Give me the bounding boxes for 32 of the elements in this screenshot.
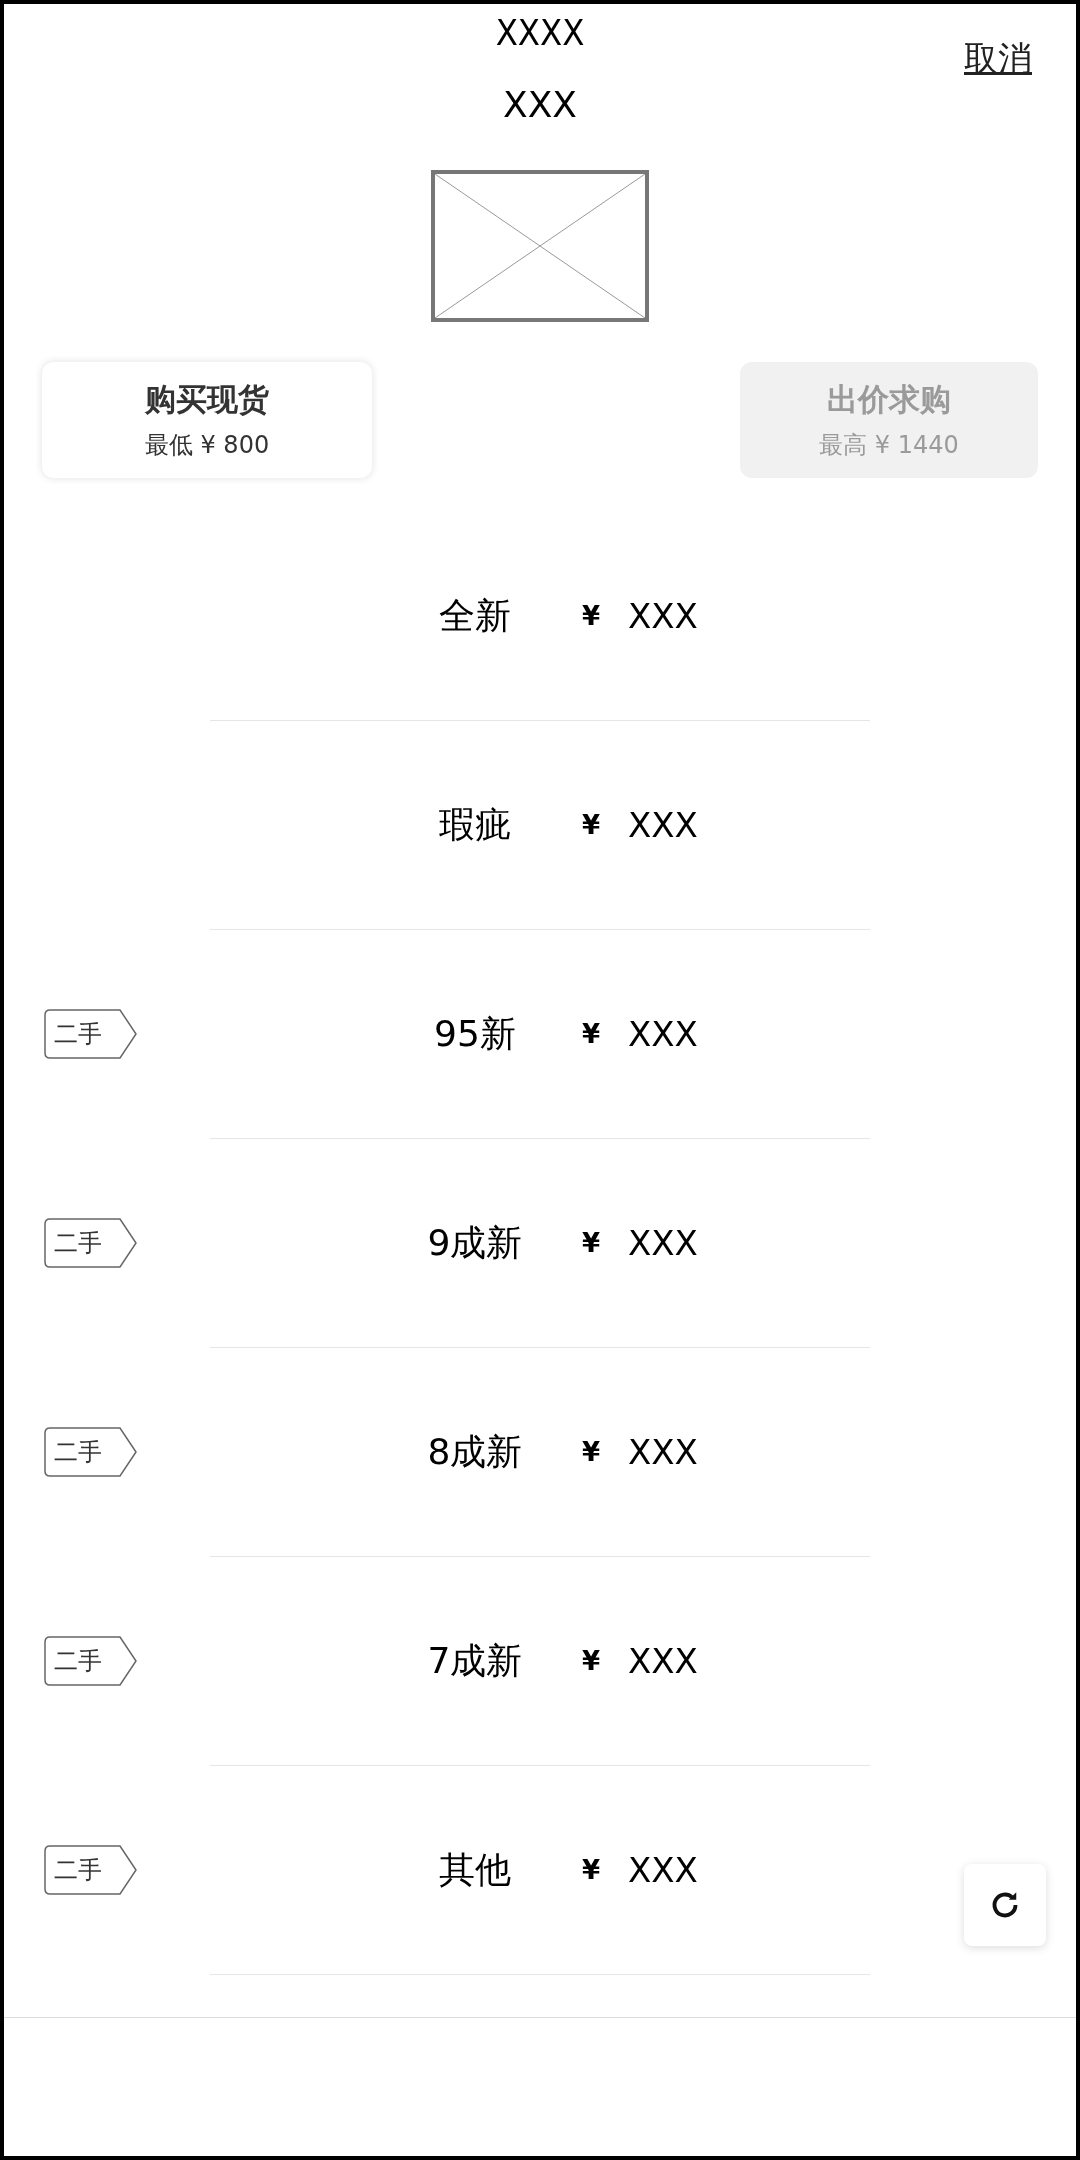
price-value: XXX [628,805,698,845]
used-tag: 二手 [44,1636,138,1686]
currency-symbol: ¥ [582,1228,601,1258]
cancel-link[interactable]: 取消 [964,36,1032,82]
condition-name: 其他 [438,1847,512,1892]
currency-symbol: ¥ [582,1646,601,1676]
condition-name: 全新 [438,593,512,638]
price-value: XXX [628,596,698,636]
used-tag: 二手 [44,1845,138,1895]
condition-name: 8成新 [426,1429,524,1474]
image-placeholder-icon [431,170,649,322]
used-tag: 二手 [44,1009,138,1059]
currency-symbol: ¥ [582,601,601,631]
price-value: XXX [628,1641,698,1681]
condition-name: 瑕疵 [438,802,512,847]
currency-symbol: ¥ [582,1855,601,1885]
condition-name: 7成新 [426,1638,524,1683]
condition-name: 95新 [433,1011,517,1056]
currency-symbol: ¥ [582,1437,601,1467]
currency-symbol: ¥ [582,1019,601,1049]
price-value: XXX [628,1432,698,1472]
product-subtitle: XXX [503,83,577,127]
currency-symbol: ¥ [582,810,601,840]
price-value: XXX [628,1014,698,1054]
product-title: XXXX [495,11,585,55]
used-tag: 二手 [44,1218,138,1268]
refresh-button[interactable] [964,1864,1046,1946]
price-value: XXX [628,1850,698,1890]
tab[interactable]: 购买现货 最低 ¥ 800 [42,362,372,478]
condition-name: 9成新 [426,1220,524,1265]
price-value: XXX [628,1223,698,1263]
used-tag: 二手 [44,1427,138,1477]
